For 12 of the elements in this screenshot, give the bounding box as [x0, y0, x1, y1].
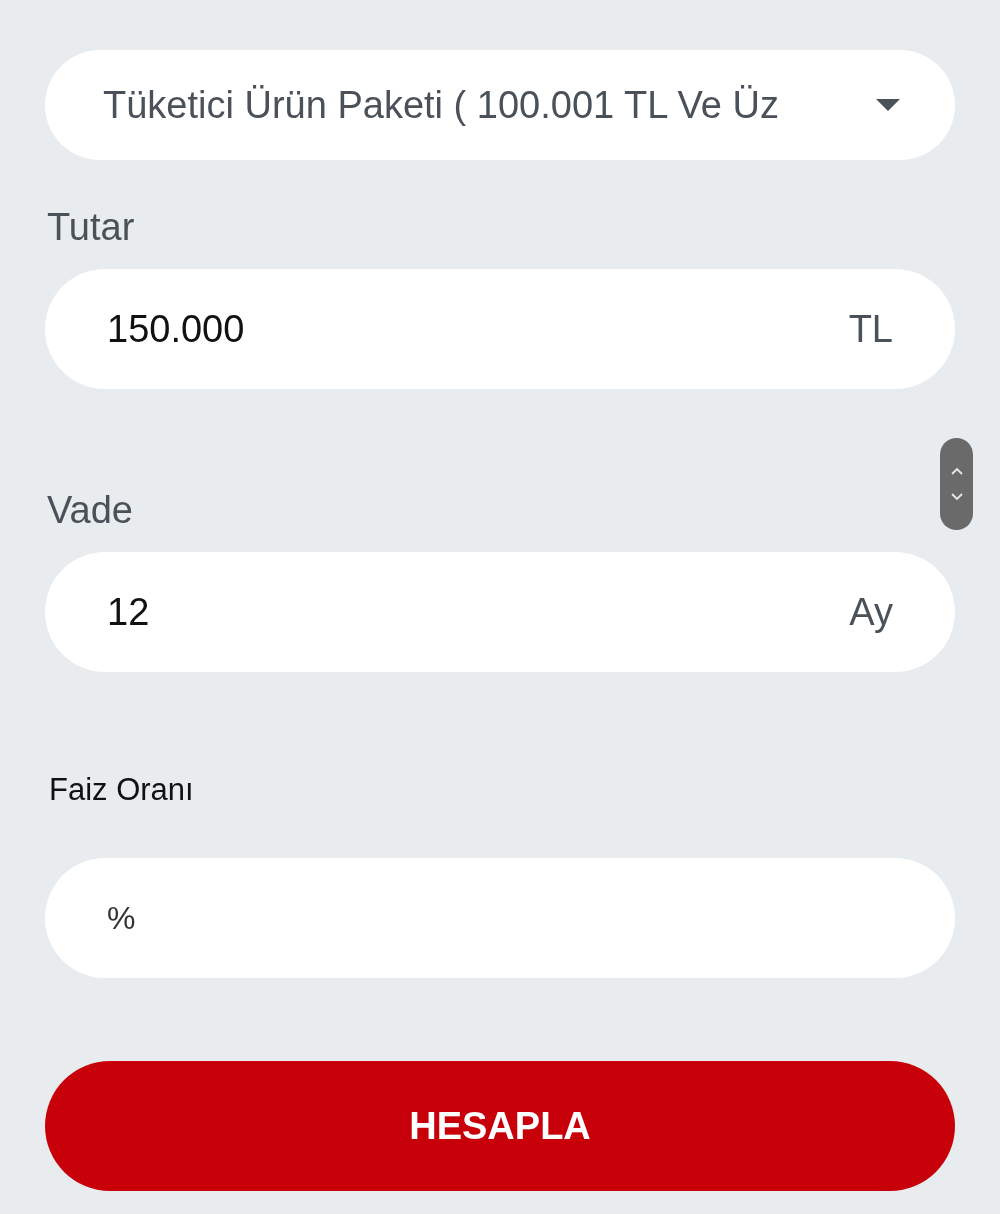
caret-icon — [876, 99, 900, 111]
amount-label: Tutar — [46, 206, 136, 249]
fast-scroll-handle[interactable] — [940, 438, 973, 530]
unit-label: TL — [848, 307, 893, 351]
unit-label: Ay — [849, 590, 893, 634]
rate-label: Faiz Oranı — [48, 772, 195, 808]
rate-field[interactable]: % — [45, 858, 955, 978]
chevron-up-icon — [950, 467, 963, 475]
package-dropdown[interactable]: Tüketici Ürün Paketi ( 100.001 TL Ve Üz — [45, 50, 955, 160]
calculate-button[interactable]: HESAPLA — [45, 1061, 955, 1191]
chevron-down-icon — [950, 493, 963, 501]
term-label: Vade — [46, 489, 134, 532]
